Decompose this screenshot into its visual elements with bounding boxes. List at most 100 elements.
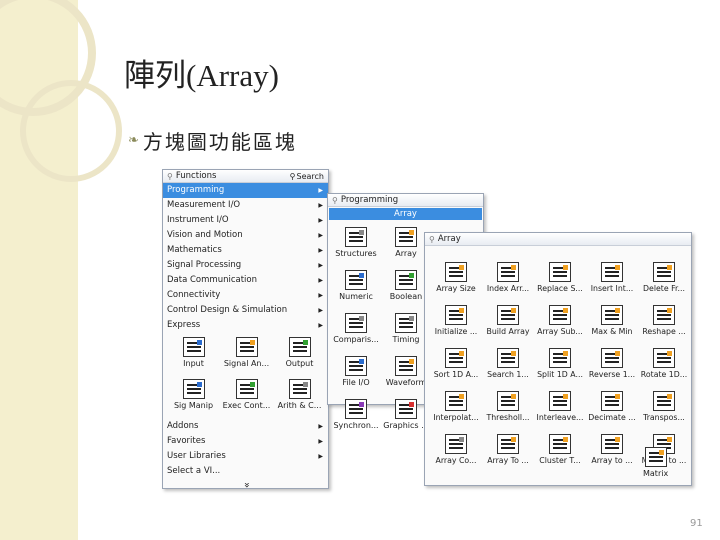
array-fn-array-subset[interactable]: Array Sub... [535,305,585,336]
icon-label: Numeric [339,292,373,301]
prog-graphics-sound[interactable]: Graphics ... [382,399,430,430]
array-fn-build-array[interactable]: Build Array [483,305,533,336]
array-fn-index-array[interactable]: Index Arr... [483,262,533,293]
array-to-matrix-icon [601,434,623,454]
icon-label: Search 1... [487,370,529,379]
prog-numeric[interactable]: Numeric [332,270,380,301]
prog-array[interactable]: Array [382,227,430,258]
array-fn-reshape[interactable]: Reshape ... [639,305,689,336]
array-fn-array-to-matrix[interactable]: Array to ... [587,434,637,465]
express-exec-control[interactable]: Exec Cont... [221,379,272,417]
express-signal-analysis[interactable]: Signal An... [221,337,272,375]
category-mathematics[interactable]: Mathematics ▶ [163,243,328,258]
array-fn-array-to-cluster[interactable]: Array To ... [483,434,533,465]
icon-label: Interpolat... [433,413,479,422]
menu-select-vi[interactable]: Select a VI... [163,464,328,479]
reshape-array-icon [653,305,675,325]
delete-from-array-icon [653,262,675,282]
array-fn-matrix[interactable]: Matrix [643,447,668,478]
category-express[interactable]: Express ▶ [163,318,328,333]
express-input[interactable]: Input [168,337,219,375]
category-vision-motion[interactable]: Vision and Motion ▶ [163,228,328,243]
insert-into-array-icon [601,262,623,282]
array-fn-max-min[interactable]: Max & Min [587,305,637,336]
array-size-icon [445,262,467,282]
array-subset-icon [549,305,571,325]
array-fn-rotate-1d[interactable]: Rotate 1D... [639,348,689,379]
more-chevron-icon[interactable]: » [240,480,252,490]
menu-addons[interactable]: Addons ▶ [163,419,328,434]
icon-label: Synchron... [333,421,379,430]
initialize-array-icon [445,305,467,325]
submenu-arrow-icon: ▶ [318,453,323,460]
prog-comparison[interactable]: Comparis... [332,313,380,344]
array-palette-header: ⚲ Array [425,233,691,246]
timing-icon [395,313,417,333]
array-fn-split-1d[interactable]: Split 1D A... [535,348,585,379]
category-control-design[interactable]: Control Design & Simulation ▶ [163,303,328,318]
submenu-arrow-icon: ▶ [318,322,323,329]
pushpin-icon[interactable]: ⚲ [167,172,173,181]
execution-control-icon [235,379,258,399]
array-fn-transpose[interactable]: Transpos... [639,391,689,422]
prog-boolean[interactable]: Boolean [382,270,430,301]
category-label: Programming [167,185,225,195]
category-label: Express [167,320,201,330]
array-fn-replace-subset[interactable]: Replace S... [535,262,585,293]
array-fn-insert-into[interactable]: Insert Int... [587,262,637,293]
category-label: Connectivity [167,290,221,300]
array-fn-threshold[interactable]: Thresholl... [483,391,533,422]
category-signal-processing[interactable]: Signal Processing ▶ [163,258,328,273]
array-fn-search-1d[interactable]: Search 1... [483,348,533,379]
category-label: Instrument I/O [167,215,229,225]
menu-label: Select a VI... [167,466,221,476]
category-instrument-io[interactable]: Instrument I/O ▶ [163,213,328,228]
prog-synchronization[interactable]: Synchron... [332,399,380,430]
graphics-sound-icon [395,399,417,419]
icon-label: Exec Cont... [222,401,271,410]
pushpin-icon[interactable]: ⚲ [332,196,338,205]
array-fn-cluster-to-array[interactable]: Cluster T... [535,434,585,465]
array-fn-interpolate[interactable]: Interpolat... [431,391,481,422]
array-fn-interleave[interactable]: Interleave... [535,391,585,422]
bullet-item: ❧ 方塊圖功能區塊 [128,126,297,155]
icon-label: Boolean [389,292,423,301]
express-output[interactable]: Output [274,337,325,375]
prog-structures[interactable]: Structures [332,227,380,258]
transpose-icon [653,391,675,411]
category-connectivity[interactable]: Connectivity ▶ [163,288,328,303]
icon-label: Matrix [643,469,669,478]
array-fn-decimate[interactable]: Decimate ... [587,391,637,422]
icon-label: File I/O [342,378,370,387]
search-button[interactable]: ⚲ Search [290,172,324,181]
pushpin-icon[interactable]: ⚲ [429,235,435,244]
category-programming[interactable]: Programming ▶ [163,183,328,198]
array-fn-sort-1d[interactable]: Sort 1D A... [431,348,481,379]
category-data-communication[interactable]: Data Communication ▶ [163,273,328,288]
prog-file-io[interactable]: File I/O [332,356,380,387]
selected-subpalette-array[interactable]: Array [329,208,482,220]
express-arith-comparison[interactable]: Arith & C... [274,379,325,417]
category-label: Mathematics [167,245,222,255]
menu-favorites[interactable]: Favorites ▶ [163,434,328,449]
array-fn-reverse-1d[interactable]: Reverse 1... [587,348,637,379]
array-fn-array-constant[interactable]: Array Co... [431,434,481,465]
menu-user-libraries[interactable]: User Libraries ▶ [163,449,328,464]
prog-waveform[interactable]: Waveform [382,356,430,387]
express-sig-manip[interactable]: Sig Manip [168,379,219,417]
build-array-icon [497,305,519,325]
icon-label: Sig Manip [173,401,214,410]
functions-palette-title: Functions [175,171,217,181]
array-fn-delete-from[interactable]: Delete Fr... [639,262,689,293]
prog-timing[interactable]: Timing [382,313,430,344]
functions-palette-header: ⚲ Functions ⚲ Search [163,170,328,183]
icon-label: Array To ... [487,456,529,465]
category-measurement-io[interactable]: Measurement I/O ▶ [163,198,328,213]
search-label: Search [296,171,324,181]
arithmetic-icon [288,379,311,399]
category-list: Programming ▶ Measurement I/O ▶ Instrument… [163,183,328,333]
submenu-arrow-icon: ▶ [318,438,323,445]
array-fn-array-size[interactable]: Array Size [431,262,481,293]
array-fn-initialize[interactable]: Initialize ... [431,305,481,336]
menu-label: User Libraries [167,451,226,461]
